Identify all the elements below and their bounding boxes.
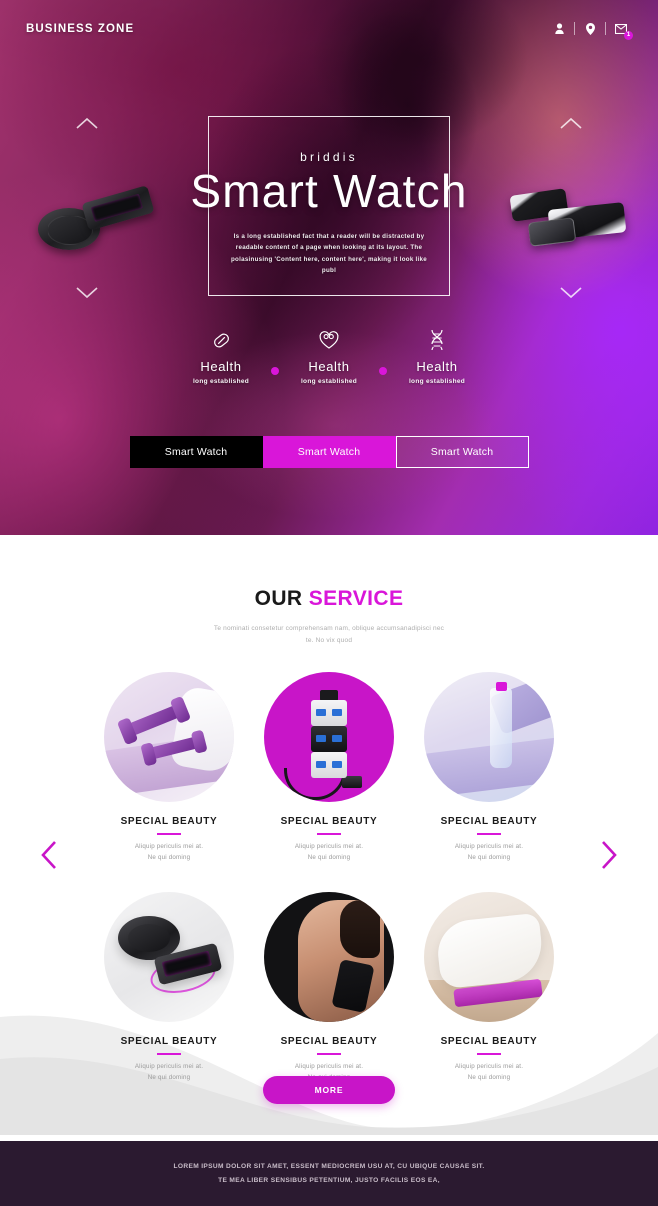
- feature-subtitle-1: long established: [192, 378, 250, 385]
- hero-chevron-down-left[interactable]: [76, 286, 98, 304]
- carousel-prev-chevron-left-icon[interactable]: [40, 840, 58, 875]
- card-rule-2: [317, 832, 341, 835]
- card-desc-3: Aliquip periculis mei at. Ne qui doming: [454, 842, 524, 862]
- service-card-6[interactable]: SPECIAL BEAUTY Aliquip periculis mei at.…: [409, 891, 569, 1084]
- card-title-4: SPECIAL BEAUTY: [120, 1035, 218, 1047]
- service-section: OUR SERVICE Te nominati consetetur compr…: [0, 535, 658, 1135]
- location-pin-icon[interactable]: [579, 19, 601, 39]
- water-bottle: [490, 687, 512, 768]
- woman-hair: [340, 899, 380, 958]
- feature-item-1[interactable]: Health long established: [179, 327, 263, 385]
- hero-content: briddis Smart Watch Is a long establishe…: [0, 150, 658, 276]
- more-button-wrapper: MORE: [0, 1076, 658, 1104]
- card-title-1: SPECIAL BEAUTY: [120, 815, 218, 827]
- card-title-3: SPECIAL BEAUTY: [440, 815, 538, 827]
- hero-title: Smart Watch: [190, 165, 468, 217]
- usb-hub: [311, 689, 347, 782]
- hero-description: Is a long established fact that a reader…: [231, 232, 427, 274]
- card-thumbnail-charging-pad: [104, 891, 234, 1022]
- hero-chevron-up-left[interactable]: [76, 116, 98, 134]
- mail-badge-count: 1: [624, 30, 633, 40]
- card-title-6: SPECIAL BEAUTY: [440, 1035, 538, 1047]
- feature-subtitle-2: long established: [300, 378, 358, 385]
- card-desc-1: Aliquip periculis mei at. Ne qui doming: [134, 842, 204, 862]
- hero-button-ghost[interactable]: Smart Watch: [395, 436, 529, 468]
- footer: LOREM IPSUM DOLOR SIT AMET, ESSENT MEDIO…: [0, 1141, 658, 1206]
- footer-text: LOREM IPSUM DOLOR SIT AMET, ESSENT MEDIO…: [173, 1160, 484, 1186]
- card-thumbnail-usb-hub: [264, 671, 394, 802]
- service-card-1[interactable]: SPECIAL BEAUTY Aliquip periculis mei at.…: [89, 671, 249, 864]
- hub-segment-1: [311, 699, 347, 726]
- card-rule-3: [477, 832, 501, 835]
- feature-separator-dot-2: [379, 367, 387, 375]
- card-thumbnail-woman-stretching: [264, 891, 394, 1022]
- more-button[interactable]: MORE: [263, 1076, 395, 1104]
- dumbbell-1: [125, 703, 183, 737]
- carousel-next-chevron-right-icon[interactable]: [600, 840, 618, 875]
- hub-segment-3: [311, 751, 347, 778]
- card-rule-6: [477, 1052, 501, 1055]
- card-thumbnail-dumbbells: [104, 671, 234, 802]
- sports-bra-strap: [331, 958, 375, 1013]
- section-title: OUR SERVICE: [0, 587, 658, 611]
- service-card-3[interactable]: SPECIAL BEAUTY Aliquip periculis mei at.…: [409, 671, 569, 864]
- card-rule-4: [157, 1052, 181, 1055]
- section-subtitle: Te nominati consetetur comprehensam nam,…: [213, 625, 445, 645]
- yoga-mat-flat: [424, 737, 554, 799]
- hero-chevron-up-right[interactable]: [560, 116, 582, 134]
- white-towel: [434, 912, 546, 989]
- feature-title-2: Health: [308, 359, 350, 374]
- card-rule-1: [157, 832, 181, 835]
- card-title-5: SPECIAL BEAUTY: [280, 1035, 378, 1047]
- mail-icon[interactable]: 1: [610, 19, 633, 40]
- dna-helix-icon: [395, 327, 479, 353]
- card-thumbnail-towel: [424, 891, 554, 1022]
- hero-chevron-down-right[interactable]: [560, 286, 582, 304]
- hero-button-pink[interactable]: Smart Watch: [262, 436, 396, 468]
- bottle-cap: [496, 681, 507, 691]
- service-card-grid: SPECIAL BEAUTY Aliquip periculis mei at.…: [89, 671, 569, 1084]
- heartbeat-icon: [287, 327, 371, 353]
- feature-item-2[interactable]: Health long established: [287, 327, 371, 385]
- card-thumbnail-water-bottle: [424, 671, 554, 802]
- hero-feature-list: Health long established Health long esta…: [0, 327, 658, 385]
- hero-eyebrow: briddis: [300, 150, 358, 164]
- top-navigation-bar: BUSINESS ZONE 1: [0, 0, 658, 57]
- woman-figure: [298, 899, 384, 1022]
- feature-separator-dot-1: [271, 367, 279, 375]
- service-header: OUR SERVICE Te nominati consetetur compr…: [0, 535, 658, 648]
- feature-item-3[interactable]: Health long established: [395, 327, 479, 385]
- brand-logo[interactable]: BUSINESS ZONE: [26, 23, 134, 35]
- hero-section: BUSINESS ZONE 1 briddis Smart Watch Is a…: [0, 0, 658, 535]
- feature-title-1: Health: [200, 359, 242, 374]
- pill-capsule-icon: [179, 327, 263, 353]
- footer-line-2: TE MEA LIBER SENSIBUS PETENTIUM, JUSTO F…: [218, 1176, 440, 1184]
- feature-subtitle-3: long established: [408, 378, 466, 385]
- service-card-2[interactable]: SPECIAL BEAUTY Aliquip periculis mei at.…: [249, 671, 409, 864]
- card-rule-5: [317, 1052, 341, 1055]
- user-icon[interactable]: [548, 19, 570, 39]
- section-title-main: OUR: [254, 587, 309, 610]
- header-divider-2: [605, 22, 606, 35]
- hero-button-dark[interactable]: Smart Watch: [129, 436, 263, 468]
- section-title-accent: SERVICE: [308, 587, 404, 610]
- feature-title-3: Health: [416, 359, 458, 374]
- card-desc-2: Aliquip periculis mei at. Ne qui doming: [294, 842, 364, 862]
- header-icon-group: 1: [548, 19, 633, 40]
- service-card-5[interactable]: SPECIAL BEAUTY Aliquip periculis mei at.…: [249, 891, 409, 1084]
- header-divider-1: [574, 22, 575, 35]
- footer-line-1: LOREM IPSUM DOLOR SIT AMET, ESSENT MEDIO…: [173, 1163, 485, 1171]
- hero-button-group: Smart Watch Smart Watch Smart Watch: [0, 436, 658, 468]
- card-title-2: SPECIAL BEAUTY: [280, 815, 378, 827]
- service-card-4[interactable]: SPECIAL BEAUTY Aliquip periculis mei at.…: [89, 891, 249, 1084]
- hub-segment-2: [311, 725, 347, 752]
